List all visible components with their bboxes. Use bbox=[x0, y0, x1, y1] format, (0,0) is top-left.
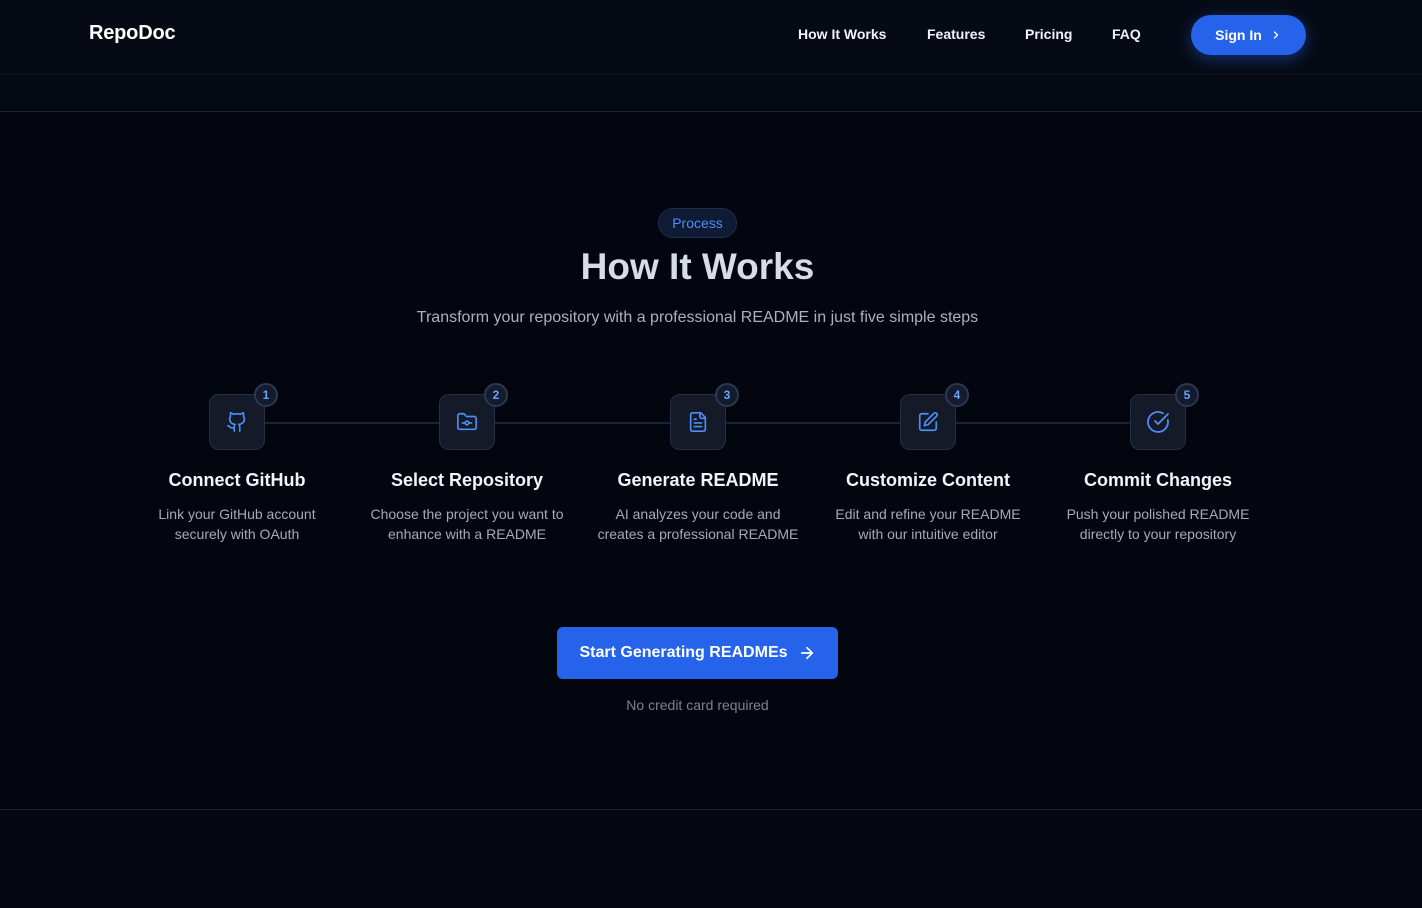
section-badge: Process bbox=[658, 208, 737, 238]
step-description: Choose the project you want to enhance w… bbox=[370, 506, 564, 542]
folder-git-icon bbox=[456, 411, 478, 433]
step-number-badge: 4 bbox=[945, 383, 969, 407]
sign-in-button[interactable]: Sign In bbox=[1191, 15, 1306, 55]
step-title: Commit Changes bbox=[1083, 470, 1233, 490]
step-3: 3 Generate README AI analyzes your code … bbox=[583, 383, 813, 574]
navbar: RepoDoc How It Works Features Pricing FA… bbox=[0, 0, 1422, 75]
chevron-right-icon bbox=[1270, 29, 1282, 41]
nav-link-features[interactable]: Features bbox=[927, 26, 985, 42]
nav-link-pricing[interactable]: Pricing bbox=[1025, 26, 1072, 42]
step-description: Edit and refine your README with our int… bbox=[835, 506, 1021, 542]
step-5: 5 Commit Changes Push your polished READ… bbox=[1043, 383, 1273, 574]
sign-in-label: Sign In bbox=[1215, 27, 1262, 43]
header-divider-band bbox=[0, 75, 1422, 112]
step-description: AI analyzes your code and creates a prof… bbox=[597, 506, 799, 542]
step-number-badge: 1 bbox=[254, 383, 278, 407]
step-1: 1 Connect GitHub Link your GitHub accoun… bbox=[122, 383, 352, 574]
how-it-works-section: Process How It Works Transform your repo… bbox=[0, 112, 1422, 810]
step-number-badge: 5 bbox=[1175, 383, 1199, 407]
step-2: 2 Select Repository Choose the project y… bbox=[352, 383, 582, 574]
section-subtitle: Transform your repository with a profess… bbox=[416, 309, 979, 326]
step-description: Push your polished README directly to yo… bbox=[1066, 506, 1250, 542]
nav-link-how-it-works[interactable]: How It Works bbox=[798, 26, 886, 42]
step-title: Customize Content bbox=[846, 470, 1010, 490]
no-credit-card-note: No credit card required bbox=[626, 697, 769, 713]
step-title: Connect GitHub bbox=[168, 470, 306, 490]
arrow-right-icon bbox=[798, 644, 816, 662]
nav-link-faq[interactable]: FAQ bbox=[1112, 26, 1141, 42]
file-text-icon bbox=[687, 411, 709, 433]
step-title: Generate README bbox=[617, 470, 779, 490]
step-number-badge: 2 bbox=[484, 383, 508, 407]
github-icon bbox=[226, 411, 248, 433]
step-number-badge: 3 bbox=[715, 383, 739, 407]
edit-icon bbox=[917, 411, 939, 433]
footer-band bbox=[0, 810, 1422, 908]
step-4: 4 Customize Content Edit and refine your… bbox=[813, 383, 1043, 574]
step-title: Select Repository bbox=[390, 470, 544, 490]
check-circle-icon bbox=[1146, 410, 1170, 434]
start-generating-button[interactable]: Start Generating READMEs bbox=[557, 627, 838, 679]
step-description: Link your GitHub account securely with O… bbox=[158, 506, 316, 542]
section-title: How It Works bbox=[580, 246, 815, 287]
cta-label: Start Generating READMEs bbox=[579, 644, 788, 661]
